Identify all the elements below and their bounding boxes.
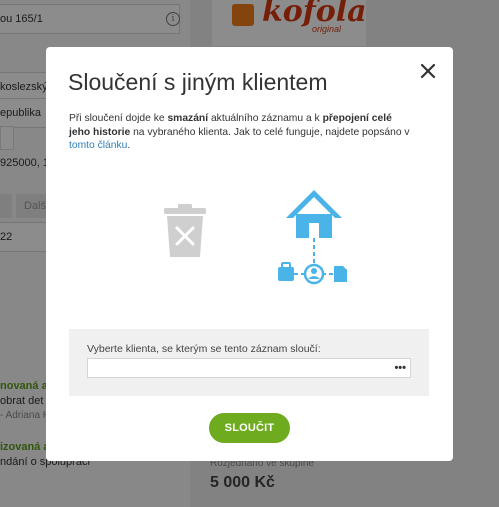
- client-select-input[interactable]: •••: [87, 358, 411, 378]
- merge-client-dialog: Sloučení s jiným klientem Při sloučení d…: [46, 47, 453, 461]
- briefcase-icon: [278, 262, 294, 281]
- merge-illustration: [164, 190, 347, 285]
- merge-button[interactable]: SLOUČIT: [209, 413, 290, 443]
- person-icon: [303, 263, 325, 285]
- trash-icon: [164, 204, 206, 257]
- client-select-label: Vyberte klienta, se kterým se tento zázn…: [87, 343, 321, 355]
- browse-clients-button[interactable]: •••: [394, 361, 406, 375]
- house-icon: [286, 190, 342, 238]
- document-icon: [334, 266, 347, 282]
- client-select-panel: Vyberte klienta, se kterým se tento zázn…: [69, 329, 429, 396]
